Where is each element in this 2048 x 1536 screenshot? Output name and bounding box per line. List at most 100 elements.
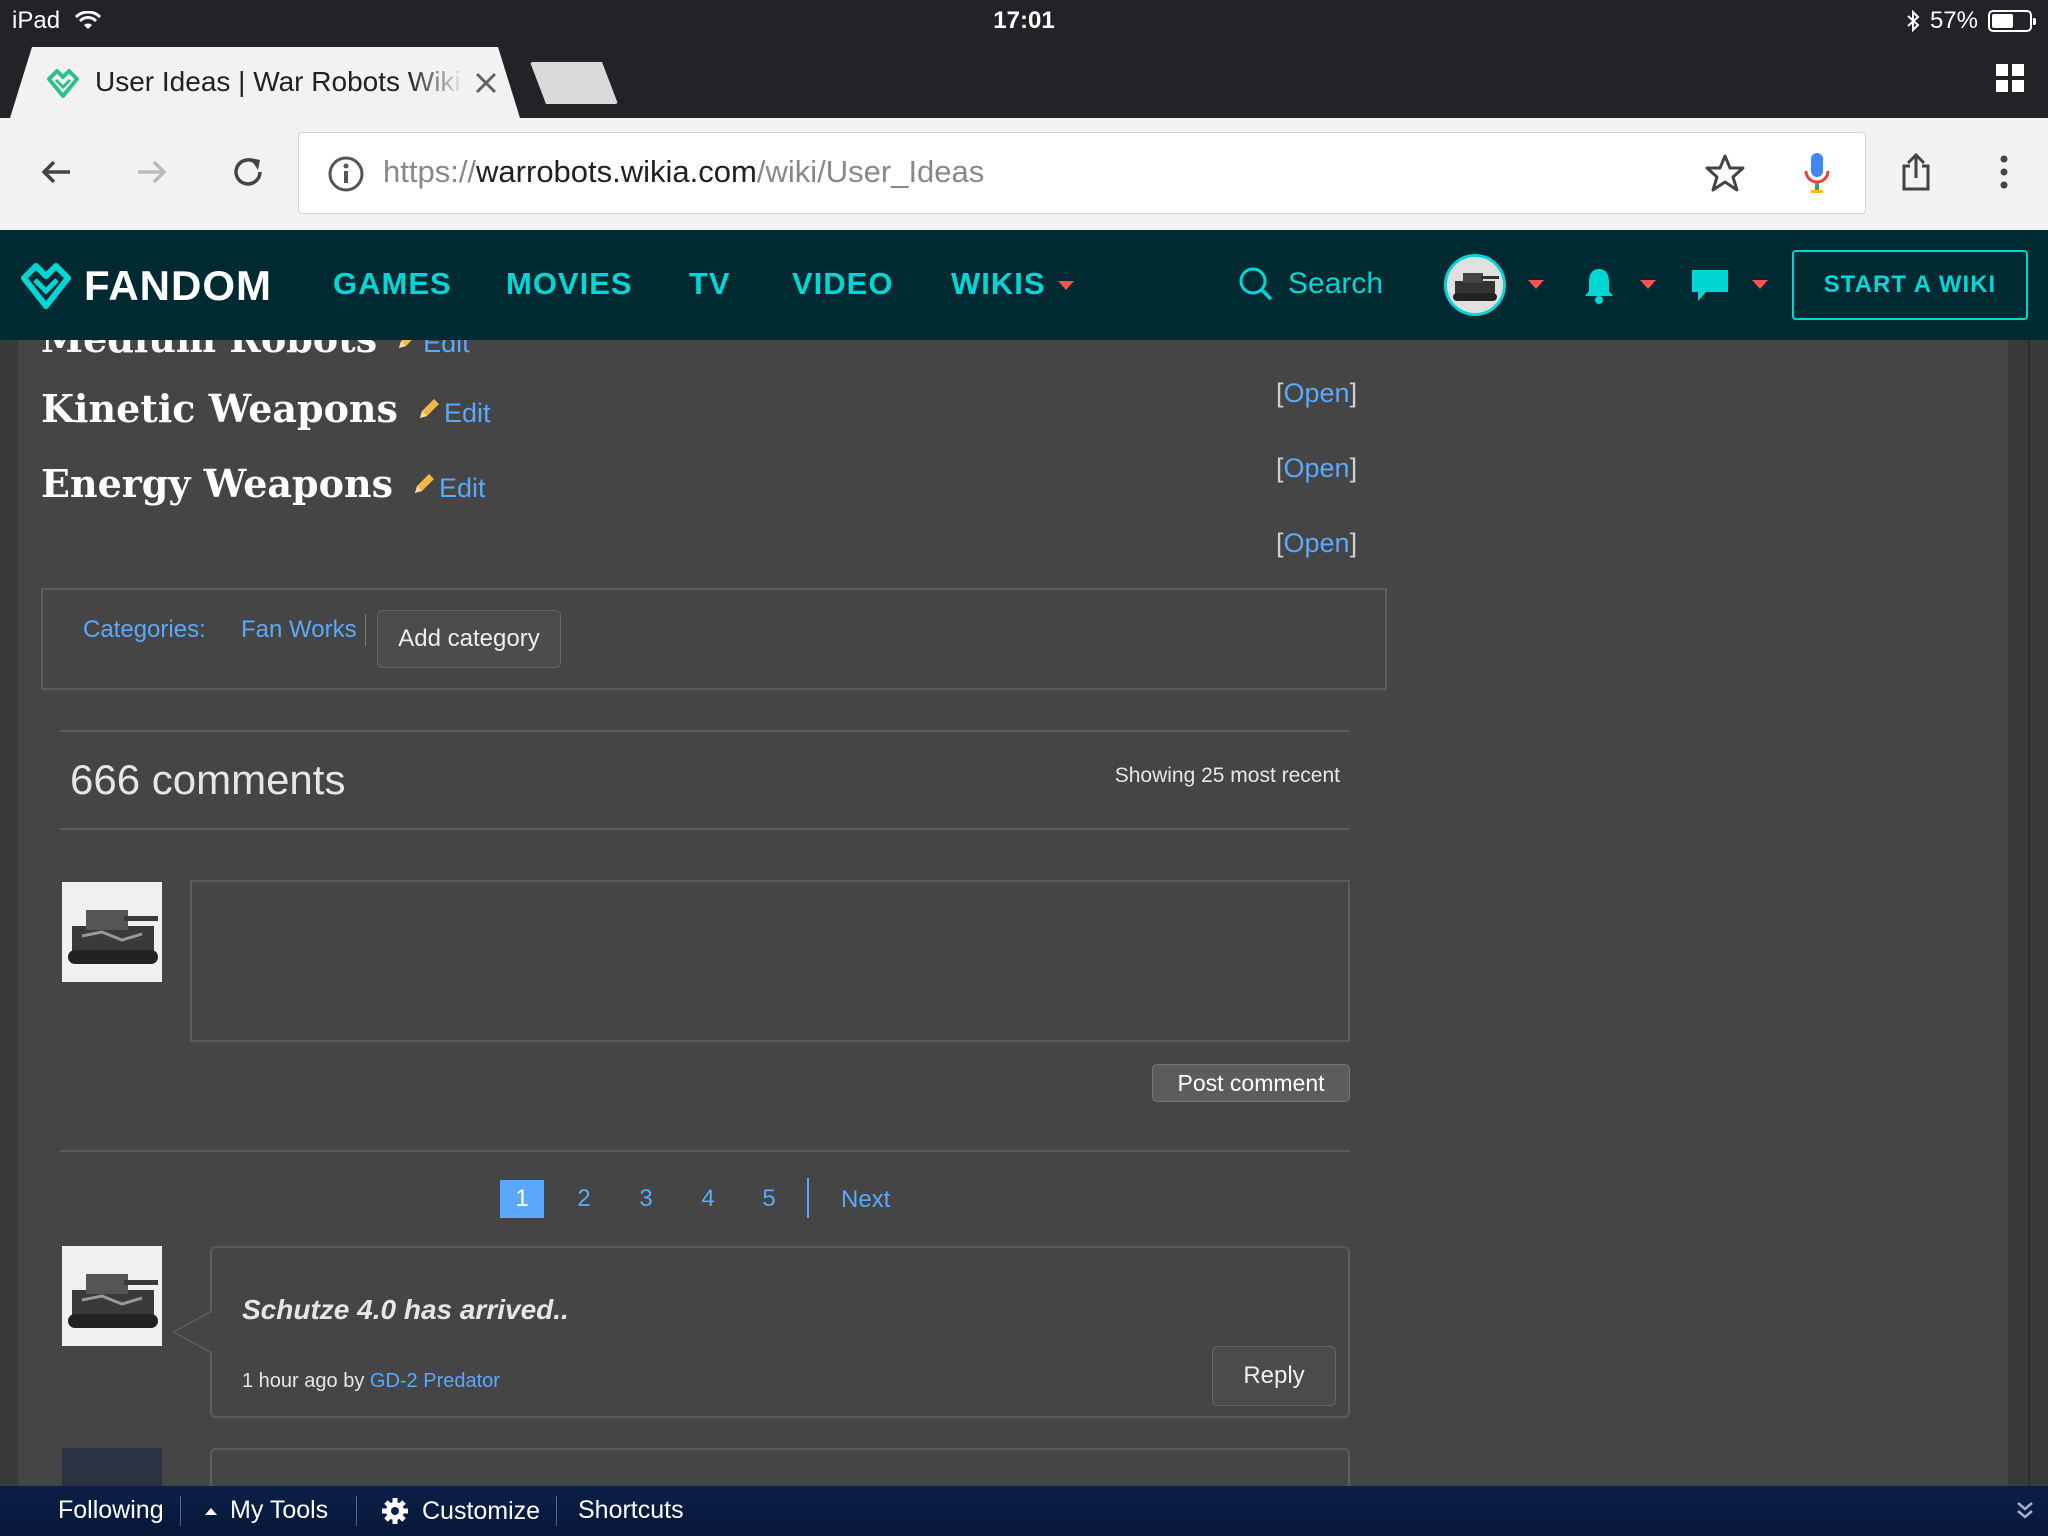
- more-vertical-icon: [2000, 155, 2008, 189]
- nav-movies[interactable]: MOVIES: [506, 266, 633, 302]
- more-menu-button[interactable]: [1982, 150, 2026, 194]
- page-content: Medium Robots Edit Kinetic Weapons Edit …: [18, 340, 2008, 1486]
- status-bar: iPad 17:01 57%: [0, 0, 2048, 42]
- gear-icon: [382, 1498, 408, 1524]
- comments-count: 666 comments: [70, 756, 346, 803]
- messages-chevron-icon[interactable]: [1752, 280, 1768, 289]
- forward-arrow-icon: [138, 160, 167, 184]
- section-heading-energy-weapons: Energy Weapons Edit: [41, 461, 486, 506]
- edit-link[interactable]: Edit: [416, 396, 490, 429]
- divider: [60, 730, 1350, 732]
- shortcuts-link[interactable]: Shortcuts: [578, 1496, 684, 1525]
- info-icon[interactable]: [327, 155, 365, 193]
- notifications-chevron-icon[interactable]: [1640, 280, 1656, 289]
- comment-bubble: [210, 1448, 1350, 1486]
- tab-strip: User Ideas | War Robots Wiki: [0, 42, 2048, 118]
- section-title: Medium Robots: [41, 340, 377, 361]
- nav-search[interactable]: Search: [1238, 266, 1383, 302]
- bookmark-star-icon[interactable]: [1705, 153, 1745, 193]
- page-number[interactable]: 2: [562, 1180, 606, 1218]
- browser-tab[interactable]: User Ideas | War Robots Wiki: [10, 47, 520, 118]
- wiki-toolbar: Following My Tools Customize Shortcuts: [0, 1486, 2048, 1536]
- comment-meta: 1 hour ago by GD-2 Predator: [242, 1370, 500, 1393]
- following-link[interactable]: Following: [58, 1496, 164, 1525]
- reload-button[interactable]: [226, 150, 270, 194]
- my-tools-menu[interactable]: My Tools: [204, 1496, 328, 1525]
- bluetooth-icon: [1907, 10, 1920, 32]
- fandom-favicon-icon: [47, 69, 79, 98]
- open-section-link[interactable]: [Open]: [1276, 453, 1357, 484]
- pagination-divider: [807, 1178, 809, 1218]
- edit-link[interactable]: Edit: [395, 340, 470, 359]
- comment-textarea[interactable]: [190, 880, 1350, 1042]
- next-page-link[interactable]: Next: [841, 1186, 890, 1214]
- my-tools-label: My Tools: [230, 1496, 329, 1524]
- post-comment-button[interactable]: Post comment: [1152, 1064, 1350, 1102]
- forward-button[interactable]: [130, 150, 174, 194]
- nav-video[interactable]: VIDEO: [792, 266, 893, 302]
- nav-tv[interactable]: TV: [689, 266, 731, 302]
- section-heading-kinetic-weapons: Kinetic Weapons Edit: [41, 386, 490, 431]
- tab-title: User Ideas | War Robots Wiki: [95, 66, 461, 97]
- pencil-icon: [399, 340, 413, 348]
- divider: [60, 1150, 1350, 1152]
- page-number[interactable]: 5: [747, 1180, 791, 1218]
- fandom-logo[interactable]: FANDOM: [18, 258, 272, 314]
- back-arrow-icon: [41, 160, 70, 184]
- tank-avatar-image: [62, 882, 162, 982]
- page-number[interactable]: 4: [686, 1180, 730, 1218]
- clock: 17:01: [993, 7, 1055, 34]
- reply-button[interactable]: Reply: [1212, 1346, 1336, 1406]
- divider: [60, 828, 1350, 830]
- url-text[interactable]: https://warrobots.wikia.com/wiki/User_Id…: [383, 154, 984, 190]
- new-tab-button[interactable]: [530, 62, 618, 104]
- page-number-current[interactable]: 1: [500, 1180, 544, 1218]
- nav-games[interactable]: GAMES: [333, 266, 452, 302]
- battery-percent: 57%: [1929, 7, 1978, 34]
- comment-author-avatar[interactable]: [62, 1246, 162, 1346]
- toolbar-divider: [180, 1496, 181, 1526]
- search-icon: [1239, 267, 1273, 301]
- comment-time: 1 hour ago by: [242, 1370, 365, 1392]
- customize-link[interactable]: Customize: [380, 1496, 540, 1526]
- share-button[interactable]: [1894, 150, 1938, 194]
- toolbar-divider: [356, 1496, 357, 1526]
- category-divider: [365, 614, 366, 646]
- fandom-heart-icon: [21, 263, 71, 309]
- avatar-menu-chevron-icon[interactable]: [1528, 280, 1544, 289]
- edit-label: Edit: [423, 340, 470, 358]
- comment-author-link[interactable]: GD-2 Predator: [370, 1370, 500, 1392]
- pencil-icon: [419, 399, 439, 418]
- open-label: Open: [1283, 453, 1350, 483]
- chevron-down-icon: [1057, 281, 1074, 291]
- address-bar[interactable]: https://warrobots.wikia.com/wiki/User_Id…: [298, 132, 1866, 214]
- comment-author-avatar[interactable]: [62, 1448, 162, 1486]
- reload-icon: [234, 158, 262, 186]
- caret-up-icon: [205, 1507, 217, 1515]
- page-number[interactable]: 3: [624, 1180, 668, 1218]
- user-avatar[interactable]: [1444, 254, 1506, 316]
- fandom-logo-text: FANDOM: [84, 262, 272, 309]
- edit-label: Edit: [438, 473, 486, 503]
- open-section-link[interactable]: [Open]: [1276, 378, 1357, 409]
- open-section-link[interactable]: [Open]: [1276, 528, 1357, 559]
- open-label: Open: [1283, 528, 1350, 558]
- nav-wikis[interactable]: WIKIS: [951, 266, 1074, 302]
- close-tab-icon[interactable]: [472, 69, 500, 97]
- nav-wikis-label: WIKIS: [951, 266, 1046, 301]
- following-label: Following: [58, 1496, 164, 1524]
- notifications-bell-icon[interactable]: [1582, 266, 1616, 304]
- categories-label[interactable]: Categories:: [83, 616, 206, 644]
- tab-switcher-icon[interactable]: [1994, 62, 2026, 94]
- back-button[interactable]: [34, 150, 78, 194]
- comment-text: Schutze 4.0 has arrived..: [242, 1294, 569, 1325]
- microphone-icon[interactable]: [1803, 151, 1831, 195]
- toolbar-divider: [556, 1496, 557, 1526]
- battery-icon: [1988, 10, 2036, 32]
- messages-chat-icon[interactable]: [1690, 268, 1730, 304]
- edit-link[interactable]: Edit: [411, 471, 486, 504]
- category-link[interactable]: Fan Works: [241, 616, 357, 644]
- collapse-chevrons-icon[interactable]: [2016, 1500, 2034, 1520]
- start-a-wiki-button[interactable]: START A WIKI: [1792, 250, 2028, 320]
- add-category-button[interactable]: Add category: [377, 610, 561, 668]
